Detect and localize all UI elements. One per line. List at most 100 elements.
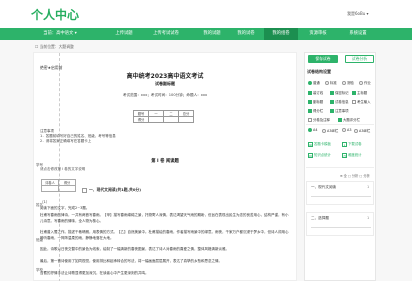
top-header: 个人中心 我是6oBu ▾ bbox=[0, 0, 412, 28]
check-student-input[interactable]: 考生输入 bbox=[352, 99, 371, 104]
question-structure-item[interactable]: 一、现代文阅读 1 bbox=[306, 181, 374, 205]
subject-selector[interactable]: 当前：高中语文 ▾ bbox=[30, 28, 90, 40]
check-label: 试卷信息 bbox=[335, 100, 349, 104]
size-label: A3纵栏 bbox=[327, 129, 339, 133]
radio-normal[interactable]: 普通 bbox=[308, 80, 320, 85]
divider bbox=[306, 124, 374, 125]
download-tool[interactable]: ↓ 下载试卷 bbox=[342, 141, 362, 147]
checkbox-icon bbox=[308, 91, 312, 95]
site-logo: 个人中心 bbox=[31, 8, 80, 22]
answer-card-tool[interactable]: ▤ 答题卡模板 bbox=[308, 141, 331, 147]
size-a4-column[interactable]: A3纵栏 bbox=[322, 128, 338, 133]
check-section-notes[interactable]: 分卷及注释 bbox=[308, 117, 330, 122]
radio-label: 作业 bbox=[364, 81, 371, 85]
section-title[interactable]: 第 I 卷 阅读题 bbox=[33, 158, 297, 164]
section-subtitle[interactable]: 请点击修改第 I 卷的文字说明 bbox=[40, 167, 85, 172]
check-subtitle[interactable]: 副标题 bbox=[308, 99, 323, 104]
checkbox-icon bbox=[352, 91, 356, 95]
radio-label: 普通 bbox=[313, 81, 320, 85]
radio-label: 标准 bbox=[330, 81, 337, 85]
rater-cell bbox=[58, 185, 76, 192]
check-binding-line[interactable]: 装订线 bbox=[308, 90, 323, 95]
checkbox-icon bbox=[330, 100, 334, 104]
passage-intro: 阅读下面的文字，完成2~3题。 bbox=[40, 206, 90, 210]
check-rater-bar[interactable]: 大题评分栏 bbox=[338, 117, 360, 122]
radio-test[interactable]: 测验 bbox=[342, 80, 354, 85]
radio-standard[interactable]: 标准 bbox=[325, 80, 337, 85]
checkbox-icon bbox=[338, 118, 342, 122]
question-structure-label: 二、选择题 bbox=[311, 216, 329, 220]
radio-icon bbox=[342, 128, 346, 132]
passage-para-1: 杜甫写春雨的律诗，一共有两首写春雨。【甲】描写春雨绵绵之景，托物寄人深情，表达渴… bbox=[40, 213, 289, 223]
nav-my-assembly[interactable]: 我的组卷 bbox=[264, 28, 298, 40]
score-cell bbox=[178, 116, 194, 123]
radio-icon bbox=[308, 81, 312, 85]
question-structure-label: 一、现代文阅读 bbox=[311, 185, 337, 189]
check-label: 装订线 bbox=[313, 91, 324, 95]
tool-label: 答题卡模板 bbox=[314, 142, 331, 146]
paper-analysis-button[interactable]: 试卷分析 bbox=[345, 55, 374, 63]
main-nav: 当前：高中语文 ▾ 上传试题 上传考试试卷 我的试题 我的试卷 我的组卷 资源审… bbox=[0, 28, 412, 40]
checkbox-icon bbox=[308, 109, 312, 113]
check-main-title[interactable]: 主标题 bbox=[352, 90, 367, 95]
question-group-heading[interactable]: 一、现代文阅读(共1题,共0分) bbox=[82, 187, 141, 193]
nav-my-papers[interactable]: 我的试卷 bbox=[229, 28, 263, 40]
size-a3-column[interactable]: A3纵栏 bbox=[354, 128, 370, 133]
nav-upload-question[interactable]: 上传试题 bbox=[107, 28, 141, 40]
paper-info[interactable]: 考试范围：xxx；考试时间：100分钟；命题人：xxx bbox=[33, 93, 297, 98]
radio-icon bbox=[359, 81, 363, 85]
chart-icon: ◔ bbox=[342, 152, 347, 158]
check-label: 保密标记 bbox=[335, 91, 349, 95]
download-icon: ↓ bbox=[342, 141, 347, 147]
rater-cell bbox=[41, 185, 59, 192]
stats-icon: ▥ bbox=[308, 152, 313, 158]
divider bbox=[311, 227, 371, 228]
size-a4[interactable]: A4 bbox=[308, 128, 317, 132]
nav-resource-review[interactable]: 资源审核 bbox=[300, 28, 336, 40]
check-label: 分卷及注释 bbox=[313, 118, 330, 122]
nav-system-settings[interactable]: 系统设置 bbox=[340, 28, 376, 40]
passage-para-4: 最后，第一首诗使用了如同视觉，使用排比和起承转合的写法，将一幅画面层层展开，表达… bbox=[40, 259, 222, 263]
tool-label: 难度统计 bbox=[348, 153, 362, 157]
notes-block[interactable]: 注意事项 1．答题前填写好自己的姓名、班级、考号等信息 2．请将答案正确填写在答… bbox=[40, 129, 116, 144]
nav-my-questions[interactable]: 我的试题 bbox=[195, 28, 229, 40]
question-structure-item[interactable]: 二、选择题 1 bbox=[306, 212, 374, 236]
paper-subtitle[interactable]: 试卷副标题 bbox=[33, 81, 297, 87]
radio-icon bbox=[325, 81, 329, 85]
check-secret-mark[interactable]: 保密标记 bbox=[330, 90, 349, 95]
question-toolbar[interactable]: ⊕ 全 □ 分析 □ 分析 bbox=[340, 173, 370, 178]
save-paper-button[interactable]: 保存试卷 bbox=[308, 55, 338, 63]
user-menu[interactable]: 我是6oBu ▾ bbox=[347, 11, 369, 17]
check-label: 考生输入 bbox=[357, 100, 371, 104]
size-label: A3纵栏 bbox=[359, 129, 371, 133]
screen: 个人中心 我是6oBu ▾ 当前：高中语文 ▾ 上传试题 上传考试试卷 我的试题… bbox=[0, 0, 412, 281]
checkbox-icon bbox=[330, 91, 334, 95]
paper-title[interactable]: 高中统考2023高中语文考试 bbox=[33, 71, 297, 80]
score-row-label: 得分 bbox=[133, 116, 149, 123]
nav-upload-exam[interactable]: 上传考试试卷 bbox=[142, 28, 190, 40]
check-label: 主标题 bbox=[357, 91, 368, 95]
checkbox-icon bbox=[352, 100, 356, 104]
check-notes[interactable]: 注意事项 bbox=[330, 108, 349, 113]
passage-para-5: 含蓄的抒情手法让诗歌显得更加深沉，在读者心中产生更深刻的共鸣。 bbox=[40, 271, 149, 275]
radio-icon bbox=[308, 128, 312, 132]
check-paper-info[interactable]: 试卷信息 bbox=[330, 99, 349, 104]
check-label: 注意事项 bbox=[335, 109, 349, 113]
question-marker bbox=[82, 187, 87, 193]
question-count: 1 bbox=[367, 216, 370, 220]
check-score-bar[interactable]: 得分栏 bbox=[308, 108, 323, 113]
knowledge-stats-tool[interactable]: ▥ 知识点统计 bbox=[308, 152, 331, 158]
structure-settings-title: 试卷结构设置 bbox=[307, 69, 331, 74]
breadcrumb: ☐ 当前位置：大题调整 bbox=[35, 44, 74, 49]
checkbox-icon bbox=[330, 109, 334, 113]
size-a3[interactable]: A3 bbox=[342, 128, 351, 132]
passage-para-2: 杜甫曾入蜀之作。描述千巷晴朗，用表情的方式。【乙】自然美景中。杜甫描绘的春雨，作… bbox=[40, 230, 289, 240]
radio-icon bbox=[322, 129, 326, 133]
difficulty-stats-tool[interactable]: ◔ 难度统计 bbox=[342, 152, 362, 158]
note-item: 2．请将答案正确填写在答题卡上 bbox=[40, 139, 92, 143]
check-label: 得分栏 bbox=[313, 109, 324, 113]
check-label: 大题评分栏 bbox=[343, 118, 360, 122]
passage-para-3: 因此，诗歌以日夜交替中的景色为线索，绘制了一幅清新的春夜图景，表达了诗人对春雨的… bbox=[40, 247, 229, 251]
tool-label: 知识点统计 bbox=[314, 153, 331, 157]
radio-homework[interactable]: 作业 bbox=[359, 80, 371, 85]
